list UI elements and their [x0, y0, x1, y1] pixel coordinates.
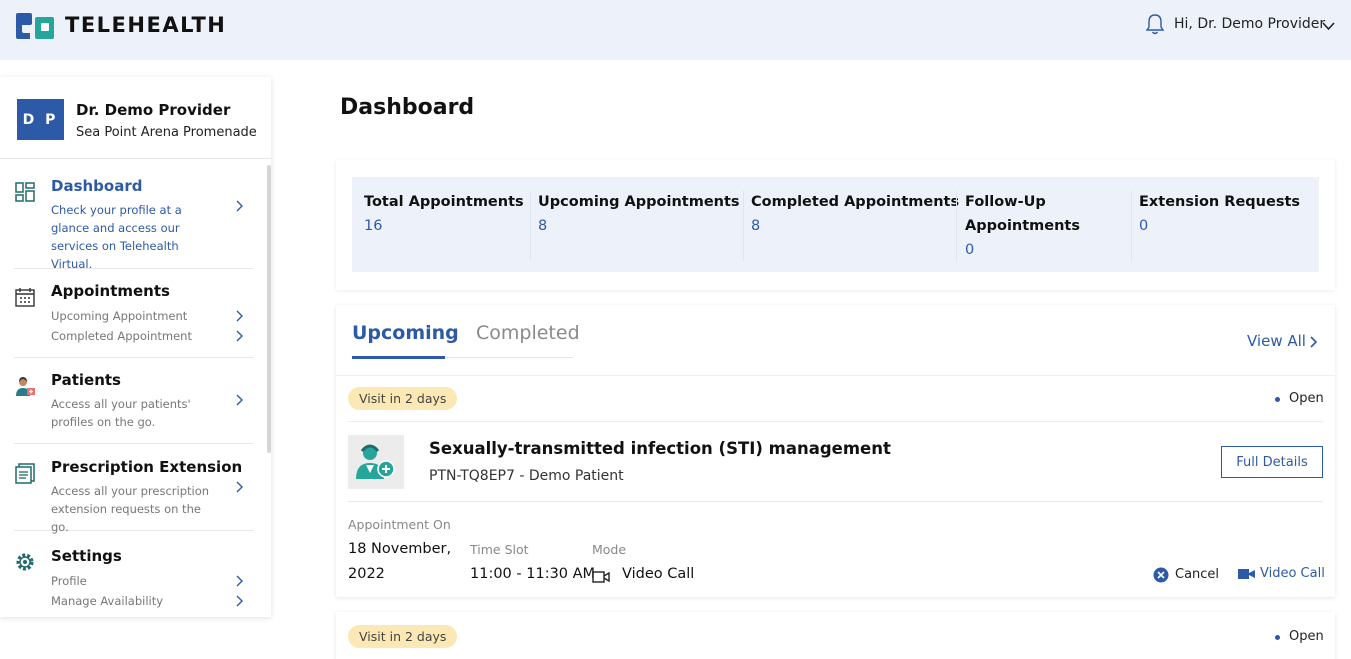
sidebar-item-desc: Check your profile at a glance and acces… — [51, 203, 182, 271]
chevron-right-icon — [236, 200, 243, 212]
user-greeting[interactable]: Hi, Dr. Demo Provider — [1174, 16, 1325, 32]
stat-upcoming-appointments: Upcoming Appointments 8 — [538, 190, 740, 238]
chevron-right-icon — [236, 330, 243, 342]
stat-value: 0 — [1139, 218, 1149, 234]
avatar: D P — [17, 99, 64, 140]
appointment-date-label: Appointment On — [348, 517, 451, 532]
sidebar-item-desc: Access all your patients' profiles on th… — [51, 397, 191, 429]
dashboard-icon — [15, 182, 35, 202]
stats-card: Total Appointments 16 Upcoming Appointme… — [336, 160, 1335, 290]
mode-value: Video Call — [622, 566, 695, 582]
divider — [348, 501, 1323, 502]
profile-card: D P Dr. Demo Provider Sea Point Arena Pr… — [0, 77, 271, 159]
stat-label: Total Appointments — [364, 194, 524, 210]
sidebar-item-title: Settings — [51, 547, 122, 565]
chevron-right-icon[interactable] — [1310, 336, 1318, 348]
stat-divider — [743, 191, 744, 261]
mode-label: Mode — [592, 542, 627, 557]
chevron-right-icon — [236, 394, 243, 406]
sidebar-item-patients[interactable]: Patients Access all your patients' profi… — [14, 371, 253, 444]
stat-extension-requests: Extension Requests 0 — [1139, 190, 1300, 238]
stat-label: Extension Requests — [1139, 194, 1301, 210]
status-dot — [1275, 635, 1280, 640]
sidebar-item-appointments[interactable]: Appointments Upcoming Appointment Comple… — [14, 282, 253, 358]
stat-label: Follow-Up Appointments — [965, 194, 1080, 234]
stat-divider — [1131, 191, 1132, 261]
stat-follow-up-appointments: Follow-Up Appointments 0 — [965, 190, 1115, 262]
chevron-right-icon — [236, 310, 243, 322]
appointment-date-line2: 2022 — [348, 566, 385, 582]
cancel-button[interactable]: Cancel — [1175, 567, 1219, 582]
chevron-right-icon — [236, 595, 243, 607]
stat-value: 16 — [364, 218, 383, 234]
sidebar-item-title: Dashboard — [51, 177, 143, 195]
status-badge: Open — [1289, 391, 1324, 406]
video-icon[interactable] — [1238, 568, 1255, 580]
sidebar-item-settings[interactable]: Settings Profile Manage Availability — [14, 547, 253, 609]
stat-total-appointments: Total Appointments 16 — [364, 190, 524, 238]
appointment-date-line1: 18 November, — [348, 541, 452, 557]
appointments-card: Upcoming Completed View All Visit in 2 d… — [336, 305, 1335, 597]
chevron-right-icon — [236, 481, 243, 493]
gear-icon — [16, 553, 34, 571]
appointment-patient: PTN-TQ8EP7 - Demo Patient — [429, 468, 624, 484]
appointments-card-next: Visit in 2 days Open — [336, 612, 1335, 659]
stats-panel: Total Appointments 16 Upcoming Appointme… — [352, 177, 1319, 272]
time-slot-label: Time Slot — [470, 542, 529, 557]
stat-divider — [956, 191, 957, 261]
status-dot — [1275, 397, 1280, 402]
prescription-icon — [15, 463, 35, 484]
stat-value: 0 — [965, 242, 975, 258]
stat-value: 8 — [538, 218, 548, 234]
patient-icon — [16, 377, 35, 396]
active-tab-indicator — [352, 356, 445, 359]
cancel-icon[interactable] — [1153, 567, 1169, 583]
sidebar-item-title: Appointments — [51, 282, 170, 300]
patient-avatar — [348, 435, 404, 489]
stat-completed-appointments: Completed Appointments 8 — [751, 190, 959, 238]
divider — [348, 421, 1323, 422]
sidebar-subitem-completed[interactable]: Completed Appointment — [51, 326, 221, 346]
chevron-down-icon[interactable] — [1322, 22, 1335, 31]
bell-icon[interactable] — [1145, 13, 1165, 35]
page-title: Dashboard — [340, 95, 475, 120]
sidebar-subitem-manage-availability[interactable]: Manage Availability — [51, 591, 221, 609]
sidebar: D P Dr. Demo Provider Sea Point Arena Pr… — [0, 77, 271, 617]
camera-icon — [592, 571, 610, 583]
logo-icon — [16, 13, 54, 39]
brand-name: TELEHEALTH — [65, 13, 227, 37]
view-all-link[interactable]: View All — [1247, 332, 1306, 350]
full-details-button[interactable]: Full Details — [1221, 446, 1323, 478]
sidebar-item-desc: Access all your prescription extension r… — [51, 484, 210, 534]
sidebar-item-dashboard[interactable]: Dashboard Check your profile at a glance… — [14, 177, 253, 271]
sidebar-item-title: Prescription Extension — [51, 458, 243, 476]
tab-completed[interactable]: Completed — [476, 322, 580, 344]
time-slot-value: 11:00 - 11:30 AM — [470, 566, 596, 582]
stat-divider — [530, 191, 531, 261]
chevron-right-icon — [236, 575, 243, 587]
sidebar-scrollbar[interactable] — [267, 165, 271, 453]
doctor-icon — [356, 444, 395, 479]
video-call-button[interactable]: Video Call — [1260, 566, 1325, 581]
top-bar: TELEHEALTH Hi, Dr. Demo Provider — [0, 0, 1351, 60]
sidebar-subitem-profile[interactable]: Profile — [51, 571, 221, 591]
calendar-icon — [15, 288, 35, 307]
stat-label: Upcoming Appointments — [538, 194, 740, 210]
sidebar-item-prescription-extension[interactable]: Prescription Extension Access all your p… — [14, 458, 253, 534]
visit-badge: Visit in 2 days — [348, 387, 458, 410]
divider — [336, 375, 1335, 376]
sidebar-item-title: Patients — [51, 371, 121, 389]
stat-label: Completed Appointments — [751, 194, 960, 210]
visit-badge: Visit in 2 days — [348, 625, 458, 648]
profile-facility: Sea Point Arena Promenade — [76, 125, 257, 140]
sidebar-subitem-upcoming[interactable]: Upcoming Appointment — [51, 306, 221, 326]
status-badge: Open — [1289, 629, 1324, 644]
stat-value: 8 — [751, 218, 761, 234]
appointment-title: Sexually-transmitted infection (STI) man… — [429, 439, 891, 458]
profile-name: Dr. Demo Provider — [76, 101, 231, 119]
tab-upcoming[interactable]: Upcoming — [352, 322, 459, 344]
